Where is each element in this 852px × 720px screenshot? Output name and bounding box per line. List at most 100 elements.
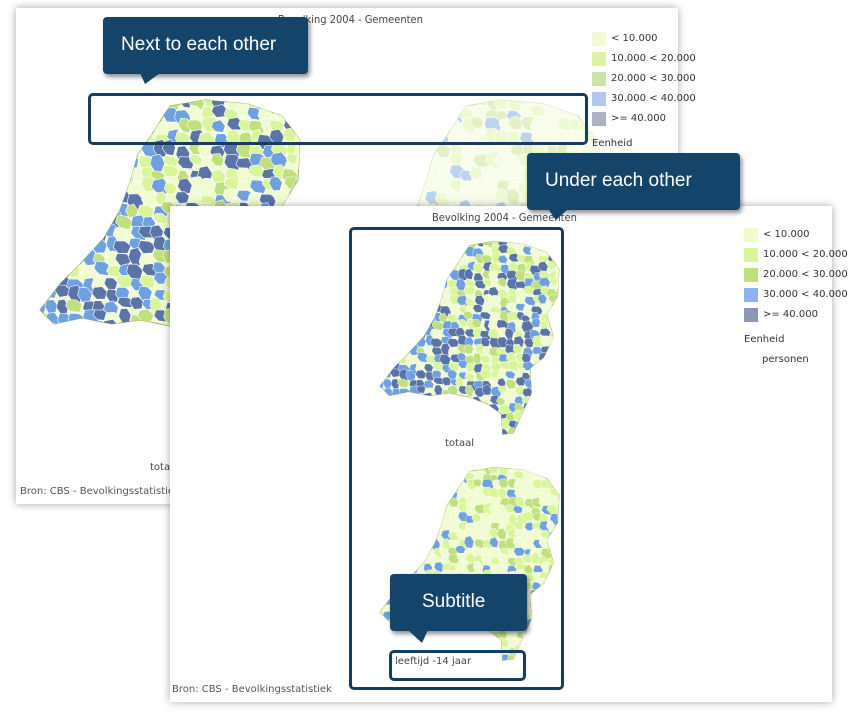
municipality — [44, 360, 62, 378]
municipality — [42, 100, 58, 114]
municipality — [81, 144, 98, 161]
legend-swatch — [744, 288, 758, 302]
legend-swatch — [744, 248, 758, 262]
municipality — [45, 335, 62, 352]
legend-swatch — [744, 308, 758, 322]
municipality — [350, 145, 370, 162]
legend-label: 30.000 < 40.000 — [611, 93, 696, 104]
municipality — [94, 324, 108, 338]
municipality — [387, 166, 402, 182]
legend-label: 20.000 < 30.000 — [611, 73, 696, 84]
municipality — [292, 180, 300, 197]
municipality — [45, 131, 63, 149]
municipality — [102, 189, 118, 201]
legend-item: < 10.000 — [592, 32, 702, 46]
municipality — [52, 153, 67, 168]
municipality — [54, 225, 71, 239]
municipality — [69, 105, 86, 121]
municipality — [40, 298, 47, 315]
municipality — [376, 143, 392, 160]
municipality — [378, 168, 397, 181]
municipality — [366, 144, 385, 161]
callout-label: Subtitle — [422, 591, 486, 612]
municipality — [43, 106, 62, 119]
legend-swatch — [592, 112, 606, 126]
municipality — [116, 372, 135, 378]
legend-unit-title: Eenheid — [592, 138, 633, 149]
municipality — [409, 175, 423, 189]
municipality — [54, 164, 72, 177]
municipality — [52, 367, 70, 378]
municipality — [365, 191, 380, 208]
legend-label: 10.000 < 20.000 — [611, 53, 696, 64]
legend-label: 10.000 < 20.000 — [763, 249, 848, 260]
municipality — [114, 342, 129, 358]
municipality — [336, 164, 345, 180]
municipality — [298, 167, 300, 186]
municipality — [68, 203, 83, 220]
municipality — [376, 187, 392, 204]
municipality — [115, 324, 134, 337]
callout-pointer — [408, 630, 428, 643]
municipality — [40, 204, 48, 218]
municipality — [44, 166, 60, 183]
municipality — [353, 157, 368, 173]
next-to-highlight-frame — [88, 93, 588, 145]
municipality — [340, 146, 358, 162]
municipality — [44, 216, 61, 234]
municipality — [40, 129, 46, 147]
municipality — [154, 359, 172, 376]
municipality — [77, 168, 96, 183]
municipality — [56, 362, 71, 378]
municipality — [40, 165, 48, 178]
municipality — [90, 334, 108, 350]
legend-item: >= 40.000 — [744, 308, 852, 322]
municipality — [56, 325, 73, 341]
municipality — [54, 100, 71, 111]
legend-swatch — [592, 52, 606, 66]
municipality — [44, 249, 59, 262]
municipality — [40, 212, 52, 228]
legend-item: >= 40.000 — [592, 112, 702, 126]
municipality — [70, 118, 88, 134]
municipality — [387, 155, 405, 169]
municipality — [375, 178, 395, 194]
legend-label: 30.000 < 40.000 — [763, 289, 848, 300]
municipality — [58, 192, 77, 206]
subtitle-callout: Subtitle — [390, 574, 527, 631]
municipality — [102, 166, 121, 183]
municipality — [130, 356, 148, 370]
municipality — [40, 370, 46, 378]
next-to-callout: Next to each other — [103, 17, 308, 74]
legend-item: 20.000 < 30.000 — [744, 268, 852, 282]
municipality — [65, 132, 83, 149]
municipality — [376, 155, 392, 169]
municipality — [53, 103, 67, 120]
municipality — [40, 260, 48, 274]
municipality — [79, 325, 95, 339]
municipality — [139, 373, 158, 378]
municipality — [350, 165, 367, 183]
municipality — [40, 310, 44, 328]
municipality — [40, 241, 46, 254]
municipality — [44, 152, 59, 166]
municipality — [65, 325, 84, 342]
municipality — [53, 116, 69, 135]
municipality — [88, 346, 103, 363]
municipality — [40, 140, 49, 157]
municipality — [152, 350, 171, 368]
municipality — [90, 355, 109, 371]
municipality — [77, 224, 91, 243]
municipality — [40, 333, 52, 351]
legend-label: >= 40.000 — [763, 309, 818, 320]
municipality — [387, 179, 404, 193]
municipality — [362, 158, 377, 175]
municipality — [69, 332, 88, 347]
municipality — [54, 333, 70, 349]
municipality — [68, 215, 87, 232]
municipality — [77, 331, 94, 345]
municipality — [45, 202, 64, 218]
municipality — [125, 153, 140, 170]
municipality — [69, 356, 86, 369]
municipality — [77, 153, 96, 172]
